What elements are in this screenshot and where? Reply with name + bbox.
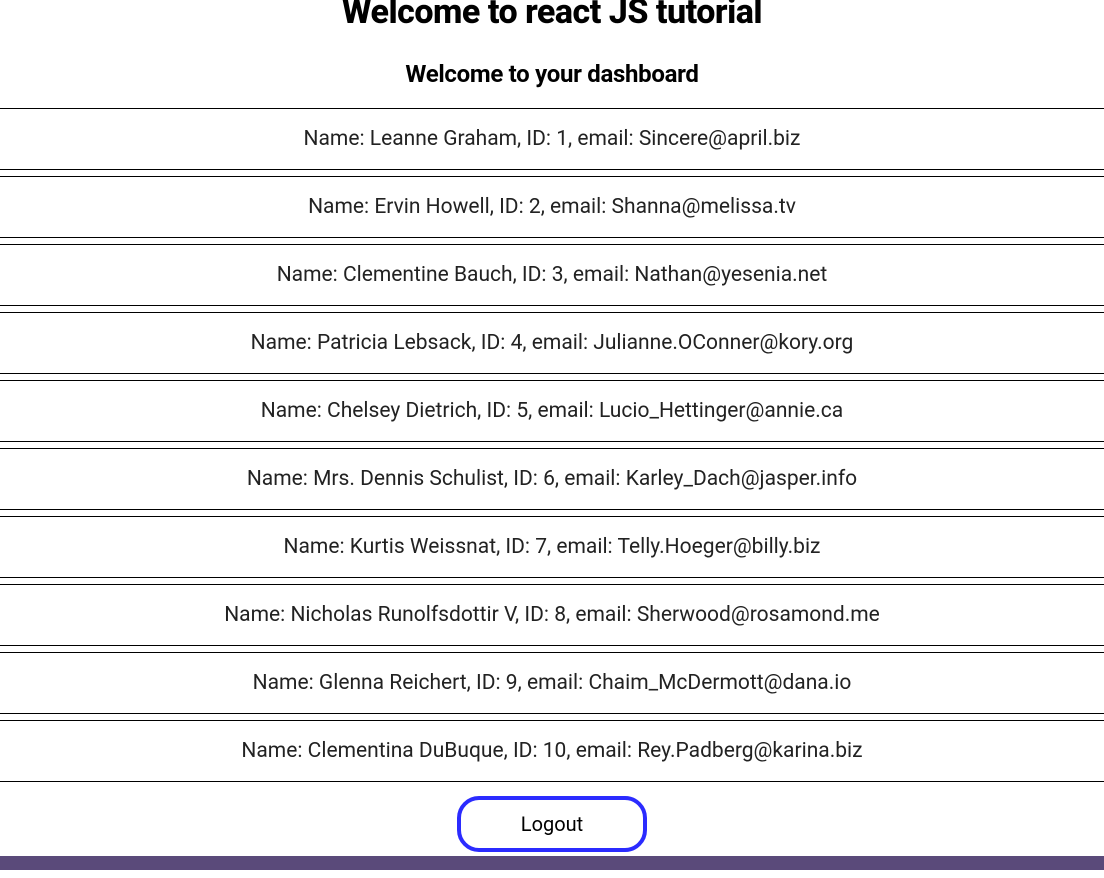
user-email-label: , email: bbox=[564, 263, 635, 287]
user-email-value: Karley_Dach@jasper.info bbox=[626, 467, 857, 491]
user-id-value: 8 bbox=[554, 603, 566, 627]
user-name-label: Name: bbox=[251, 331, 317, 355]
user-id-value: 2 bbox=[529, 195, 541, 219]
user-name-value: Leanne Graham bbox=[370, 127, 517, 151]
user-email-value: Julianne.OConner@kory.org bbox=[593, 331, 853, 355]
user-id-label: , ID: bbox=[517, 127, 556, 151]
user-name-label: Name: bbox=[253, 671, 319, 695]
user-email-value: Sincere@april.biz bbox=[639, 127, 801, 151]
user-name-label: Name: bbox=[308, 195, 374, 219]
user-id-value: 3 bbox=[552, 263, 564, 287]
dashboard-container: Welcome to react JS tutorial Welcome to … bbox=[0, 0, 1104, 852]
user-id-value: 4 bbox=[511, 331, 523, 355]
user-id-label: , ID: bbox=[515, 603, 554, 627]
user-id-value: 1 bbox=[556, 127, 568, 151]
user-email-value: Rey.Padberg@karina.biz bbox=[637, 739, 862, 763]
footer-bar bbox=[0, 856, 1104, 870]
page-title: Welcome to react JS tutorial bbox=[0, 0, 1104, 32]
user-name-label: Name: bbox=[284, 535, 350, 559]
user-name-value: Chelsey Dietrich bbox=[327, 399, 477, 423]
user-name-label: Name: bbox=[241, 739, 307, 763]
user-name-value: Clementina DuBuque bbox=[308, 739, 504, 763]
user-name-label: Name: bbox=[247, 467, 313, 491]
logout-button[interactable]: Logout bbox=[457, 796, 647, 852]
user-row: Name: Kurtis Weissnat, ID: 7, email: Tel… bbox=[0, 516, 1104, 578]
user-email-value: Chaim_McDermott@dana.io bbox=[588, 671, 851, 695]
user-email-value: Sherwood@rosamond.me bbox=[637, 603, 880, 627]
user-name-value: Kurtis Weissnat bbox=[350, 535, 496, 559]
user-row: Name: Clementina DuBuque, ID: 10, email:… bbox=[0, 720, 1104, 782]
user-email-label: , email: bbox=[522, 331, 593, 355]
user-list: Name: Leanne Graham, ID: 1, email: Since… bbox=[0, 108, 1104, 782]
user-name-label: Name: bbox=[224, 603, 290, 627]
user-id-label: , ID: bbox=[490, 195, 529, 219]
user-id-label: , ID: bbox=[513, 263, 552, 287]
user-name-value: Patricia Lebsack bbox=[317, 331, 472, 355]
user-name-value: Glenna Reichert bbox=[319, 671, 467, 695]
user-row: Name: Mrs. Dennis Schulist, ID: 6, email… bbox=[0, 448, 1104, 510]
user-email-label: , email: bbox=[528, 399, 599, 423]
user-name-value: Ervin Howell bbox=[374, 195, 489, 219]
user-id-value: 10 bbox=[543, 739, 567, 763]
user-email-value: Lucio_Hettinger@annie.ca bbox=[599, 399, 843, 423]
user-email-value: Telly.Hoeger@billy.biz bbox=[617, 535, 820, 559]
user-name-value: Mrs. Dennis Schulist bbox=[313, 467, 504, 491]
user-id-label: , ID: bbox=[504, 739, 543, 763]
user-row: Name: Patricia Lebsack, ID: 4, email: Ju… bbox=[0, 312, 1104, 374]
user-id-label: , ID: bbox=[504, 467, 543, 491]
user-id-value: 5 bbox=[516, 399, 528, 423]
user-row: Name: Clementine Bauch, ID: 3, email: Na… bbox=[0, 244, 1104, 306]
user-name-value: Nicholas Runolfsdottir V bbox=[290, 603, 515, 627]
user-id-value: 7 bbox=[535, 535, 547, 559]
user-email-label: , email: bbox=[566, 739, 637, 763]
user-name-label: Name: bbox=[261, 399, 327, 423]
user-row: Name: Glenna Reichert, ID: 9, email: Cha… bbox=[0, 652, 1104, 714]
user-email-label: , email: bbox=[518, 671, 589, 695]
user-row: Name: Chelsey Dietrich, ID: 5, email: Lu… bbox=[0, 380, 1104, 442]
dashboard-subtitle: Welcome to your dashboard bbox=[0, 60, 1104, 88]
user-name-label: Name: bbox=[304, 127, 370, 151]
user-name-label: Name: bbox=[277, 263, 343, 287]
user-row: Name: Leanne Graham, ID: 1, email: Since… bbox=[0, 108, 1104, 170]
logout-wrapper: Logout bbox=[0, 796, 1104, 852]
user-email-label: , email: bbox=[547, 535, 617, 559]
user-id-label: , ID: bbox=[471, 331, 510, 355]
user-email-value: Shanna@melissa.tv bbox=[612, 195, 796, 219]
user-email-label: , email: bbox=[568, 127, 639, 151]
user-id-value: 9 bbox=[506, 671, 518, 695]
user-email-label: , email: bbox=[541, 195, 612, 219]
user-email-value: Nathan@yesenia.net bbox=[634, 263, 827, 287]
user-id-label: , ID: bbox=[496, 535, 535, 559]
user-id-label: , ID: bbox=[467, 671, 506, 695]
user-name-value: Clementine Bauch bbox=[343, 263, 513, 287]
user-email-label: , email: bbox=[566, 603, 637, 627]
user-id-value: 6 bbox=[543, 467, 555, 491]
user-email-label: , email: bbox=[555, 467, 626, 491]
user-id-label: , ID: bbox=[477, 399, 516, 423]
user-row: Name: Ervin Howell, ID: 2, email: Shanna… bbox=[0, 176, 1104, 238]
user-row: Name: Nicholas Runolfsdottir V, ID: 8, e… bbox=[0, 584, 1104, 646]
